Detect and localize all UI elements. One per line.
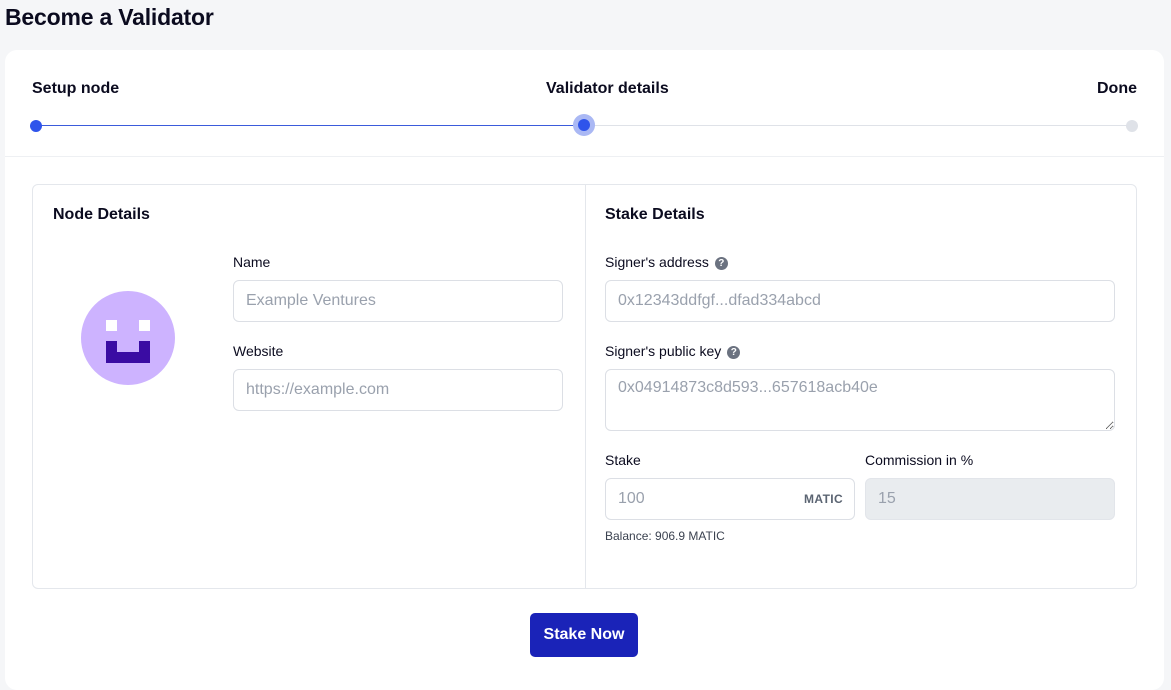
name-input[interactable] bbox=[233, 280, 563, 322]
column-divider bbox=[585, 185, 586, 588]
stake-label: Stake bbox=[605, 452, 641, 468]
step-label-setup-node: Setup node bbox=[32, 80, 120, 97]
signer-public-key-input[interactable] bbox=[605, 369, 1115, 431]
signer-address-label: Signer's address? bbox=[605, 254, 728, 270]
balance-text: Balance: 906.9 MATIC bbox=[605, 529, 725, 543]
signer-address-input[interactable] bbox=[605, 280, 1115, 322]
step-label-validator-details: Validator details bbox=[546, 80, 669, 97]
stepper-track-pending bbox=[584, 125, 1132, 126]
node-details-title: Node Details bbox=[53, 206, 150, 223]
question-icon[interactable]: ? bbox=[727, 345, 741, 359]
name-label: Name bbox=[233, 254, 271, 270]
step-label-done: Done bbox=[1097, 80, 1137, 97]
signer-public-key-label-text: Signer's public key bbox=[605, 343, 722, 359]
stake-details-title: Stake Details bbox=[605, 206, 705, 223]
signer-address-label-text: Signer's address bbox=[605, 254, 709, 270]
commission-input bbox=[865, 478, 1115, 520]
stepper-track-completed bbox=[36, 125, 584, 126]
stake-currency-suffix: MATIC bbox=[804, 492, 844, 506]
commission-label: Commission in % bbox=[865, 452, 974, 468]
stepper: Setup node Validator details Done bbox=[5, 50, 1164, 157]
step-dot-completed bbox=[30, 120, 42, 132]
smiley-avatar-icon bbox=[81, 291, 175, 385]
step-dot-pending bbox=[1126, 120, 1138, 132]
page-title: Become a Validator bbox=[5, 4, 214, 30]
website-label: Website bbox=[233, 343, 284, 359]
website-input[interactable] bbox=[233, 369, 563, 411]
question-icon[interactable]: ? bbox=[714, 256, 728, 270]
validator-form: Node Details Name Website Stake Details … bbox=[32, 184, 1137, 589]
step-dot-active bbox=[573, 114, 595, 136]
signer-public-key-label: Signer's public key? bbox=[605, 343, 741, 359]
validator-card: Setup node Validator details Done Node D… bbox=[5, 50, 1164, 690]
stake-now-button[interactable]: Stake Now bbox=[530, 613, 638, 657]
